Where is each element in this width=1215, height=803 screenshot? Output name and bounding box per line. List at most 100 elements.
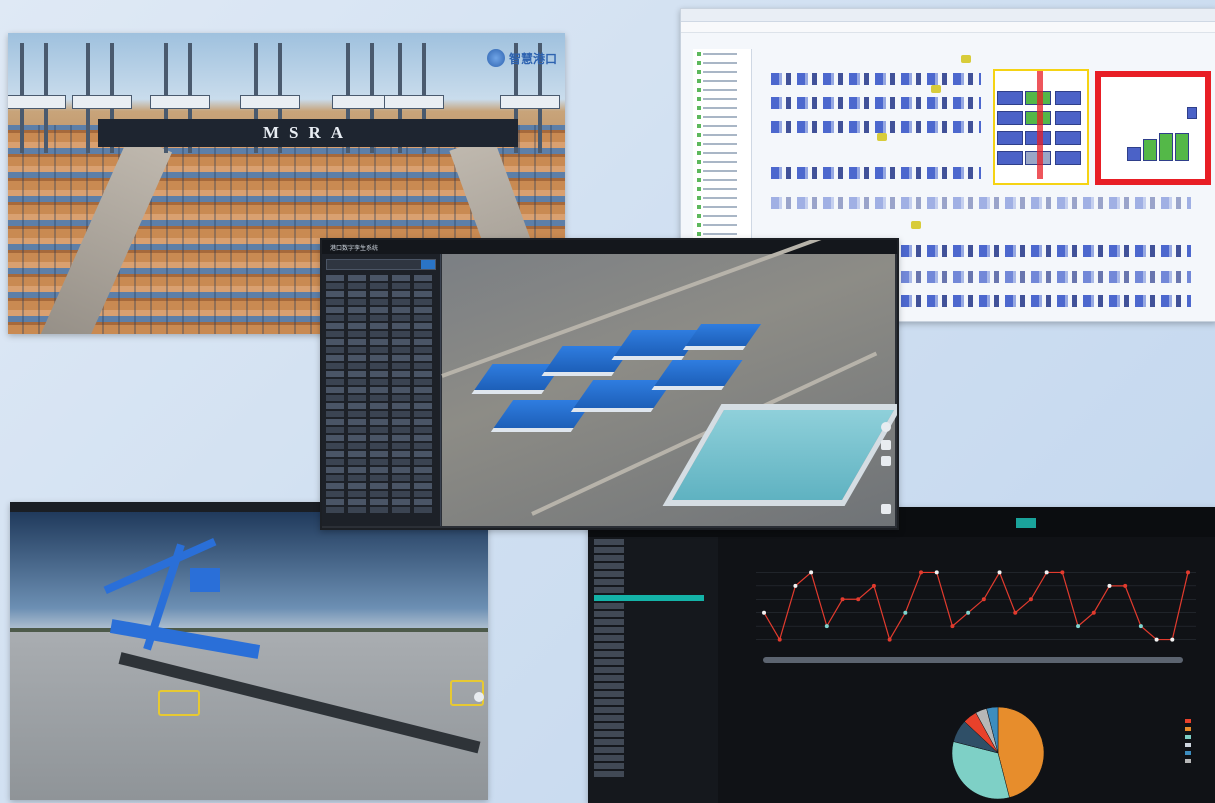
tree-node[interactable] [697,194,751,202]
table-row[interactable] [326,435,436,441]
tree-node[interactable] [697,212,751,220]
excavator-box[interactable] [158,690,200,716]
table-row[interactable] [326,347,436,353]
table-row[interactable] [326,379,436,385]
tree-node[interactable] [697,221,751,229]
sidebar-item[interactable] [594,747,624,753]
tree-node[interactable] [697,131,751,139]
table-row[interactable] [326,355,436,361]
legend-item[interactable] [1185,741,1191,749]
tree-node[interactable] [697,113,751,121]
tree-node[interactable] [697,185,751,193]
gis-search-input[interactable] [326,259,436,270]
sidebar-item[interactable] [594,555,624,561]
table-row[interactable] [326,483,436,489]
crane-marker[interactable] [931,85,941,93]
table-row[interactable] [326,315,436,321]
table-row[interactable] [326,459,436,465]
sidebar-item[interactable] [594,683,624,689]
table-row[interactable] [326,363,436,369]
tree-node[interactable] [697,95,751,103]
tree-node[interactable] [697,68,751,76]
tree-node[interactable] [697,122,751,130]
sidebar-item[interactable] [594,611,624,617]
table-row[interactable] [326,443,436,449]
sidebar-item[interactable] [594,675,624,681]
table-row[interactable] [326,307,436,313]
sidebar-item[interactable] [594,699,624,705]
window-titlebar[interactable] [681,9,1215,22]
tree-node[interactable] [697,230,751,238]
sidebar-item[interactable] [594,731,624,737]
sidebar-item[interactable] [594,755,624,761]
zoom-in-icon[interactable] [881,440,891,450]
table-row[interactable] [326,475,436,481]
legend-item[interactable] [1185,749,1191,757]
compass-icon[interactable] [474,692,484,702]
sidebar-item[interactable] [594,539,624,545]
hazard-zone[interactable] [1095,71,1211,185]
table-row[interactable] [326,491,436,497]
table-row[interactable] [326,331,436,337]
table-row[interactable] [326,275,436,281]
table-row[interactable] [326,283,436,289]
sidebar-item[interactable] [594,651,624,657]
table-row[interactable] [326,499,436,505]
sidebar-item[interactable] [594,603,624,609]
gis-table[interactable] [326,275,436,513]
tree-node[interactable] [697,77,751,85]
crane-marker[interactable] [877,133,887,141]
sidebar-item[interactable] [594,659,624,665]
chart-zoom-slider[interactable] [763,657,1183,663]
legend-item[interactable] [1185,725,1191,733]
table-row[interactable] [326,427,436,433]
legend-item[interactable] [1185,717,1191,725]
sidebar-item[interactable] [594,563,624,569]
window-menubar[interactable] [681,22,1215,33]
tree-node[interactable] [697,104,751,112]
tree-node[interactable] [697,50,751,58]
table-row[interactable] [326,323,436,329]
sidebar-item[interactable] [594,643,624,649]
table-row[interactable] [326,395,436,401]
tree-node[interactable] [697,176,751,184]
table-row[interactable] [326,451,436,457]
query-button[interactable] [1016,518,1036,528]
sidebar-item[interactable] [594,739,624,745]
table-row[interactable] [326,467,436,473]
sidebar-item[interactable] [594,771,624,777]
sidebar-item[interactable] [594,667,624,673]
legend-item[interactable] [1185,733,1191,741]
sidebar-item[interactable] [594,547,624,553]
tree-node[interactable] [697,203,751,211]
tree-node[interactable] [697,158,751,166]
table-row[interactable] [326,411,436,417]
sidebar-item[interactable] [594,691,624,697]
legend-item[interactable] [1185,757,1191,765]
table-row[interactable] [326,339,436,345]
tree-node[interactable] [697,149,751,157]
sidebar-item[interactable] [594,571,624,577]
tree-node[interactable] [697,167,751,175]
crane-marker[interactable] [911,221,921,229]
sidebar-item[interactable] [594,587,624,593]
tree-node[interactable] [697,59,751,67]
layers-icon[interactable] [881,504,891,514]
crane-marker[interactable] [961,55,971,63]
sidebar-item[interactable] [594,619,624,625]
table-row[interactable] [326,291,436,297]
sidebar-item[interactable] [594,579,624,585]
table-row[interactable] [326,507,436,513]
sidebar-item[interactable] [594,763,624,769]
sidebar-item[interactable] [594,715,624,721]
table-row[interactable] [326,387,436,393]
compass-icon[interactable] [881,422,891,432]
search-button[interactable] [421,260,435,269]
yard-block[interactable] [993,69,1089,185]
gis-3d-scene[interactable] [441,240,897,526]
zoom-out-icon[interactable] [881,456,891,466]
table-row[interactable] [326,371,436,377]
table-row[interactable] [326,419,436,425]
sidebar-item[interactable] [594,595,704,601]
table-row[interactable] [326,299,436,305]
